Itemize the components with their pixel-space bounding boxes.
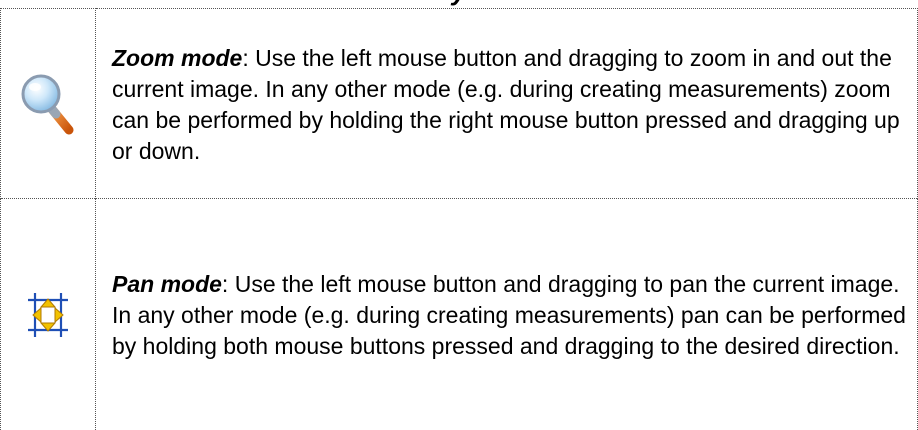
pan-mode-description: Pan mode: Use the left mouse button and … (96, 199, 918, 430)
section-heading-fragment: y (0, 0, 918, 6)
zoom-mode-description: Zoom mode: Use the left mouse button and… (96, 9, 918, 199)
table-row-pan-mode: Pan mode: Use the left mouse button and … (1, 199, 918, 430)
icon-cell-zoom (1, 9, 96, 199)
pan-arrows-icon (2, 293, 94, 337)
tool-modes-table: Zoom mode: Use the left mouse button and… (0, 8, 918, 430)
zoom-mode-name: Zoom mode (112, 45, 242, 71)
table-row-zoom-mode: Zoom mode: Use the left mouse button and… (1, 9, 918, 199)
pan-mode-name: Pan mode (112, 271, 222, 297)
pan-mode-text: Use the left mouse button and dragging t… (112, 271, 906, 359)
magnifier-icon (2, 72, 94, 136)
icon-cell-pan (1, 199, 96, 430)
